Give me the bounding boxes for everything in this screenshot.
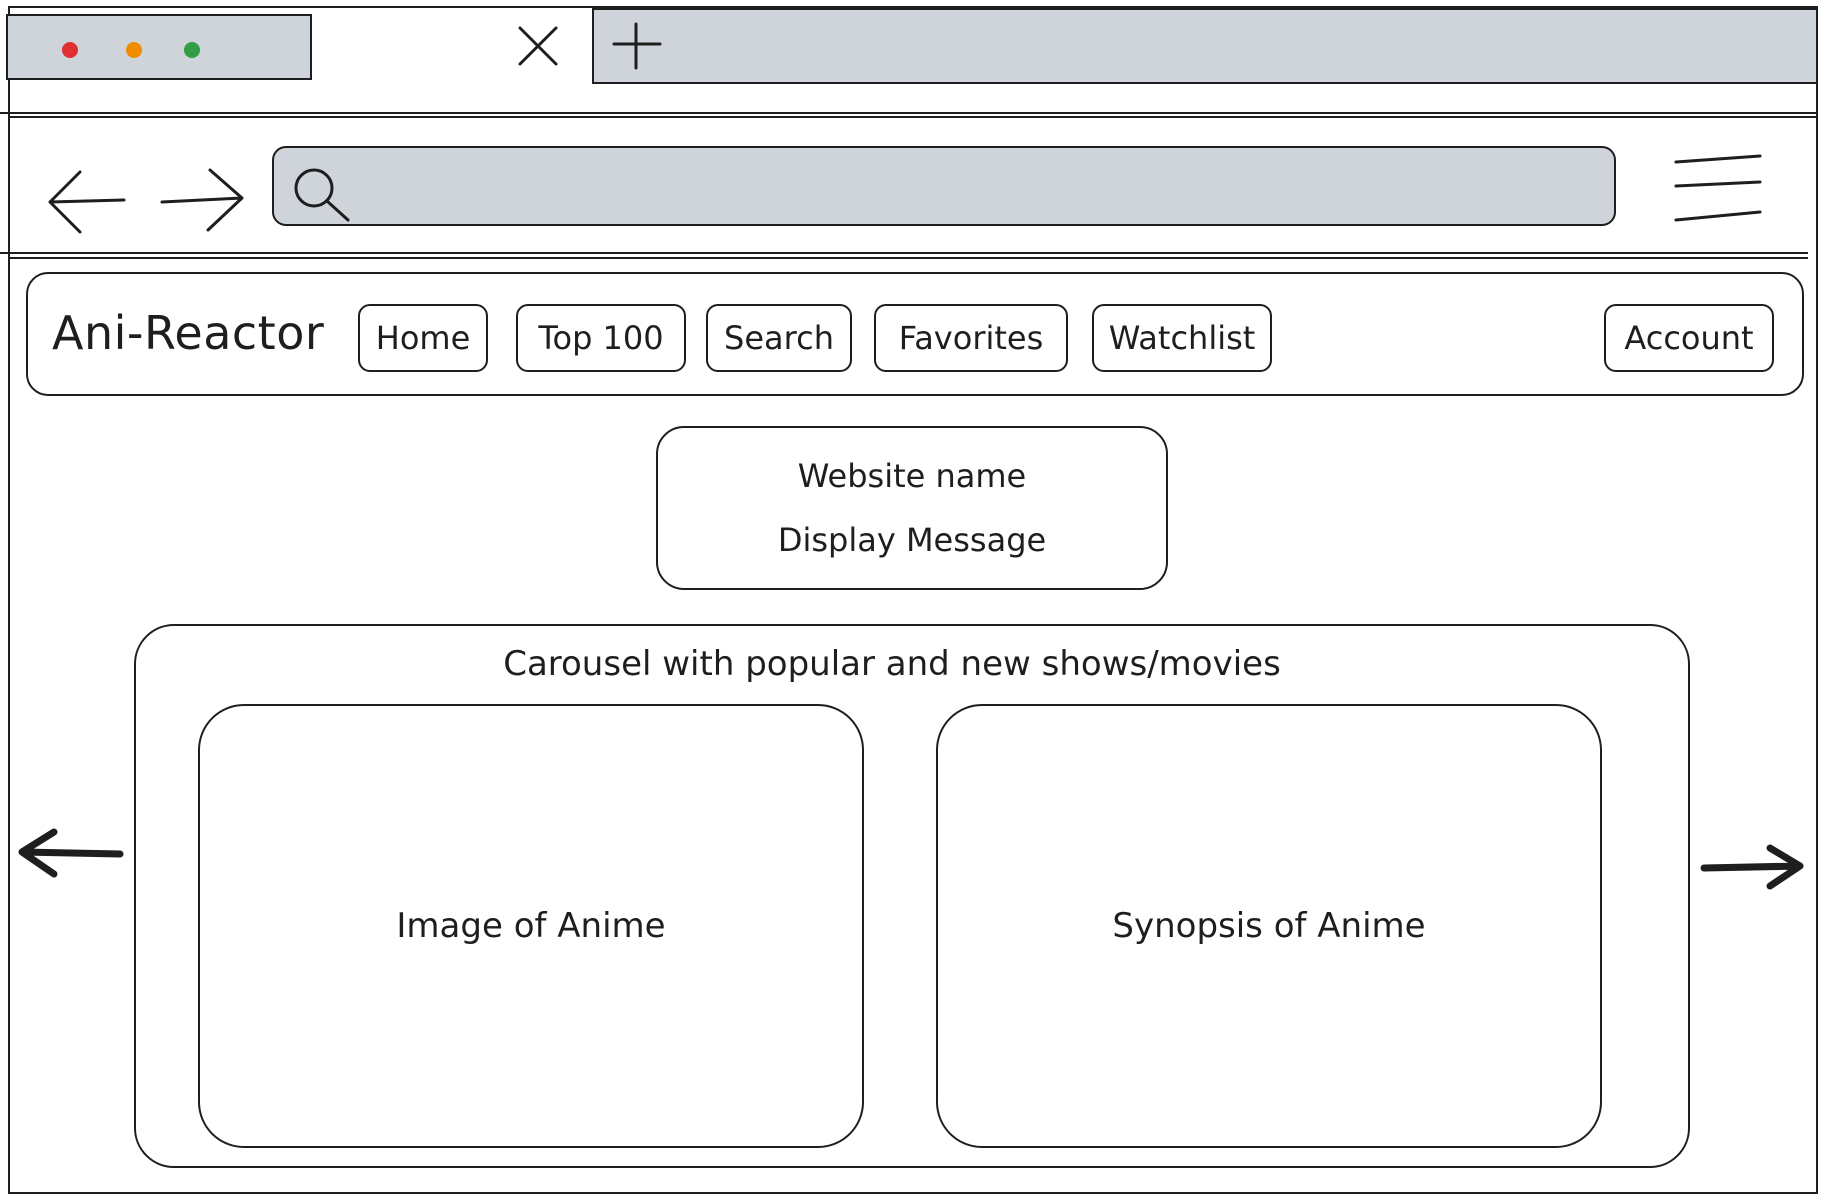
tab-strip-left: [6, 14, 312, 80]
search-icon: [294, 168, 350, 222]
anime-synopsis-card[interactable]: Synopsis of Anime: [936, 704, 1602, 1148]
divider-top-double: [8, 116, 1818, 118]
carousel-prev-arrow-icon[interactable]: [14, 826, 124, 880]
website-name: Website name: [797, 457, 1027, 495]
anime-synopsis-label: Synopsis of Anime: [1112, 906, 1426, 946]
nav-favorites-button[interactable]: Favorites: [874, 304, 1068, 372]
carousel-next-arrow-icon[interactable]: [1700, 840, 1810, 894]
plus-icon[interactable]: [608, 18, 664, 74]
window-minimize-dot[interactable]: [126, 42, 142, 58]
nav-search-button[interactable]: Search: [706, 304, 852, 372]
close-icon[interactable]: [510, 18, 566, 74]
address-bar[interactable]: [272, 146, 1616, 226]
carousel-title: Carousel with popular and new shows/movi…: [503, 644, 1281, 684]
divider-toolbar: [0, 252, 1808, 254]
display-message: Display Message: [777, 521, 1047, 559]
nav-top100-button[interactable]: Top 100: [516, 304, 686, 372]
anime-image-card[interactable]: Image of Anime: [198, 704, 864, 1148]
site-logo[interactable]: Ani-Reactor: [52, 306, 324, 360]
account-button[interactable]: Account: [1604, 304, 1774, 372]
nav-watchlist-button[interactable]: Watchlist: [1092, 304, 1272, 372]
nav-home-button[interactable]: Home: [358, 304, 488, 372]
arrow-right-icon[interactable]: [158, 164, 248, 236]
tab-strip-right: [592, 8, 1818, 84]
hamburger-menu-icon[interactable]: [1672, 152, 1764, 228]
window-maximize-dot[interactable]: [184, 42, 200, 58]
divider-top: [0, 112, 1818, 114]
anime-image-label: Image of Anime: [396, 906, 666, 946]
hero-message-box: Website name Display Message: [656, 426, 1168, 590]
divider-toolbar-double: [8, 257, 1808, 259]
window-close-dot[interactable]: [62, 42, 78, 58]
arrow-left-icon[interactable]: [44, 164, 134, 236]
